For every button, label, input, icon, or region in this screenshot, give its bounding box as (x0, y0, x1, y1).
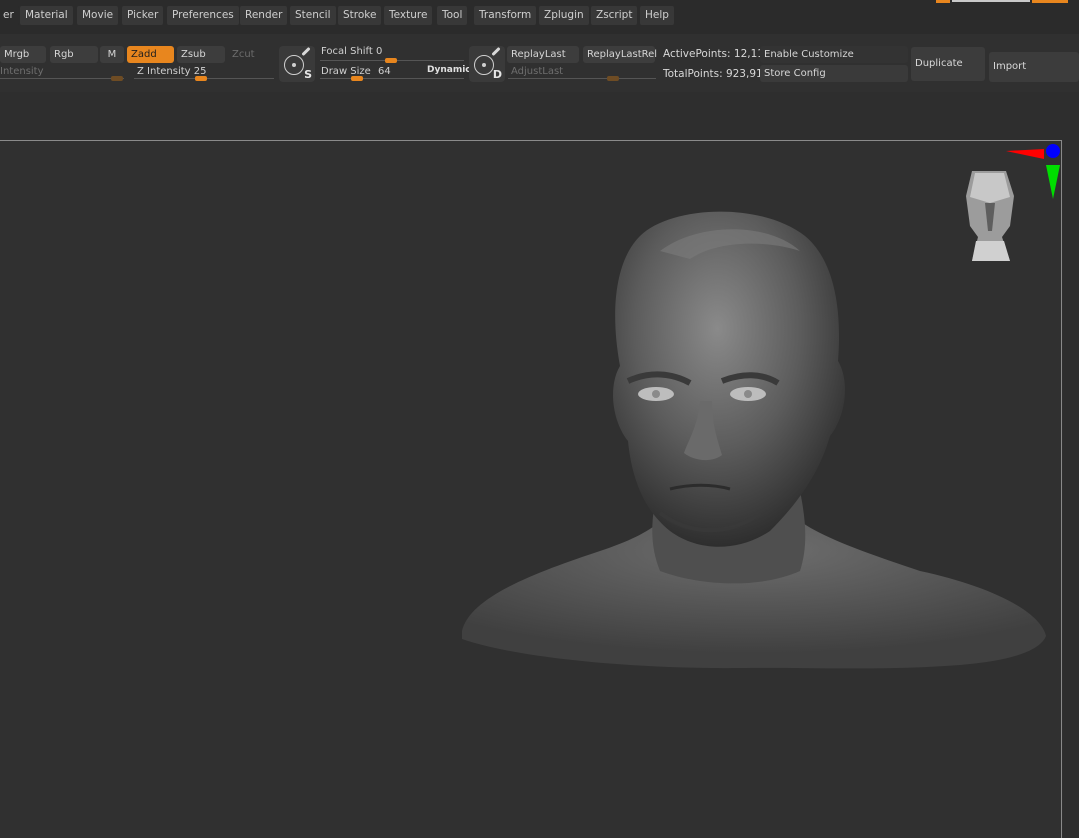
top-shelf: Mrgb Rgb M Zadd Zsub Zcut Intensity Z In… (0, 34, 1079, 92)
menu-item-zplugin[interactable]: Zplugin (539, 6, 589, 25)
menu-item-picker[interactable]: Picker (122, 6, 164, 25)
right-tray (1063, 140, 1079, 838)
replay-last-button[interactable]: ReplayLast (507, 46, 579, 63)
dial-letter-d: D (492, 68, 502, 81)
focal-shift-value: 0 (376, 46, 383, 57)
store-config-button[interactable]: Store Config (760, 65, 908, 82)
adjust-last-knob[interactable] (607, 76, 619, 81)
m-button[interactable]: M (100, 46, 124, 63)
rgb-button[interactable]: Rgb (50, 46, 98, 63)
brush-icon (491, 46, 501, 57)
enable-customize-button[interactable]: Enable Customize (760, 46, 908, 63)
focal-shift-knob[interactable] (385, 58, 397, 63)
menu-item-preferences[interactable]: Preferences (167, 6, 239, 25)
duplicate-button[interactable]: Duplicate (911, 47, 985, 81)
menu-item-zscript[interactable]: Zscript (591, 6, 638, 25)
menu-item-stroke[interactable]: Stroke (338, 6, 382, 25)
pupil-right (744, 390, 752, 398)
stroke-dial-d[interactable]: D (469, 46, 505, 82)
sculpted-head-model[interactable] (462, 211, 1046, 669)
dynamic-toggle[interactable]: Dynamic (427, 65, 471, 75)
menu-item-transform[interactable]: Transform (474, 6, 537, 25)
sculpt-viewport[interactable] (0, 141, 1062, 838)
zcut-button[interactable]: Zcut (228, 46, 272, 63)
zadd-button[interactable]: Zadd (127, 46, 174, 63)
viewport-header (0, 92, 1079, 140)
navigation-head-gizmo[interactable] (966, 171, 1014, 261)
menu-item-help[interactable]: Help (640, 6, 674, 25)
z-intensity-label-text: Z Intensity (137, 66, 191, 77)
top-accent-marker (936, 0, 950, 3)
dial-dot (292, 63, 296, 67)
axis-y-arrow (1046, 165, 1060, 199)
mrgb-button[interactable]: Mrgb (0, 46, 46, 63)
total-points-readout: TotalPoints: 923,917 (663, 68, 770, 80)
draw-size-track[interactable] (320, 78, 464, 79)
brush-icon (301, 46, 311, 57)
menu-item-movie[interactable]: Movie (77, 6, 119, 25)
stroke-dial-s[interactable]: S (279, 46, 315, 82)
pupil-left (652, 390, 660, 398)
menu-item-texture[interactable]: Texture (384, 6, 433, 25)
adjust-last-label: AdjustLast (511, 66, 564, 77)
import-button[interactable]: Import (989, 52, 1079, 82)
active-points-readout: ActivePoints: 12,110 (663, 48, 771, 60)
axis-z-dot (1046, 144, 1060, 158)
menu-item-render[interactable]: Render (240, 6, 288, 25)
replay-last-rel-button[interactable]: ReplayLastRel (583, 46, 657, 63)
z-intensity-knob[interactable] (195, 76, 207, 81)
draw-size-value: 64 (378, 66, 391, 77)
document-canvas[interactable] (0, 140, 1062, 838)
axis-x-arrow (1006, 149, 1044, 159)
focal-shift-label-text: Focal Shift (321, 46, 373, 57)
top-scroll-indicator (952, 0, 1030, 2)
dial-letter-s: S (304, 68, 312, 81)
rgb-intensity-track[interactable] (0, 78, 124, 79)
menu-item-tool[interactable]: Tool (437, 6, 468, 25)
rgb-intensity-knob[interactable] (111, 76, 123, 81)
axis-gizmo[interactable] (1006, 144, 1060, 199)
top-accent-marker-right (1032, 0, 1068, 3)
menu-bar: er Material Movie Picker Preferences Ren… (0, 0, 1079, 34)
dial-dot (482, 63, 486, 67)
focal-shift-label: Focal Shift 0 (321, 46, 382, 57)
rgb-intensity-label: Intensity (0, 66, 44, 77)
adjust-last-track[interactable] (508, 78, 656, 79)
draw-size-label-text: Draw Size (321, 66, 371, 77)
menu-item-stencil[interactable]: Stencil (290, 6, 336, 25)
menu-item-partial[interactable]: er (0, 6, 19, 25)
menu-item-material[interactable]: Material (20, 6, 73, 25)
draw-size-knob[interactable] (351, 76, 363, 81)
zsub-button[interactable]: Zsub (177, 46, 225, 63)
